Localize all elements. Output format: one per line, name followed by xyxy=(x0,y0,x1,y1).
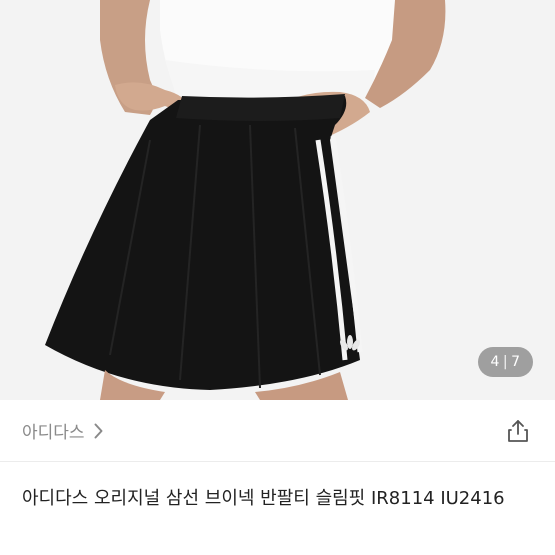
share-icon[interactable] xyxy=(505,418,531,444)
image-counter-total: 7 xyxy=(511,354,521,370)
product-title: 아디다스 오리지널 삼선 브이넥 반팔티 슬림핏 IR8114 IU2416 xyxy=(22,488,505,509)
brand-link[interactable]: 아디다스 xyxy=(22,418,103,443)
image-counter-separator: | xyxy=(502,354,509,370)
image-counter-current: 4 xyxy=(490,354,500,370)
skirt-photo xyxy=(0,0,555,400)
product-image[interactable]: 4 | 7 xyxy=(0,0,555,400)
image-counter-badge: 4 | 7 xyxy=(478,347,533,377)
chevron-right-icon xyxy=(94,423,103,439)
brand-name: 아디다스 xyxy=(22,423,85,443)
brand-row: 아디다스 xyxy=(0,400,555,462)
